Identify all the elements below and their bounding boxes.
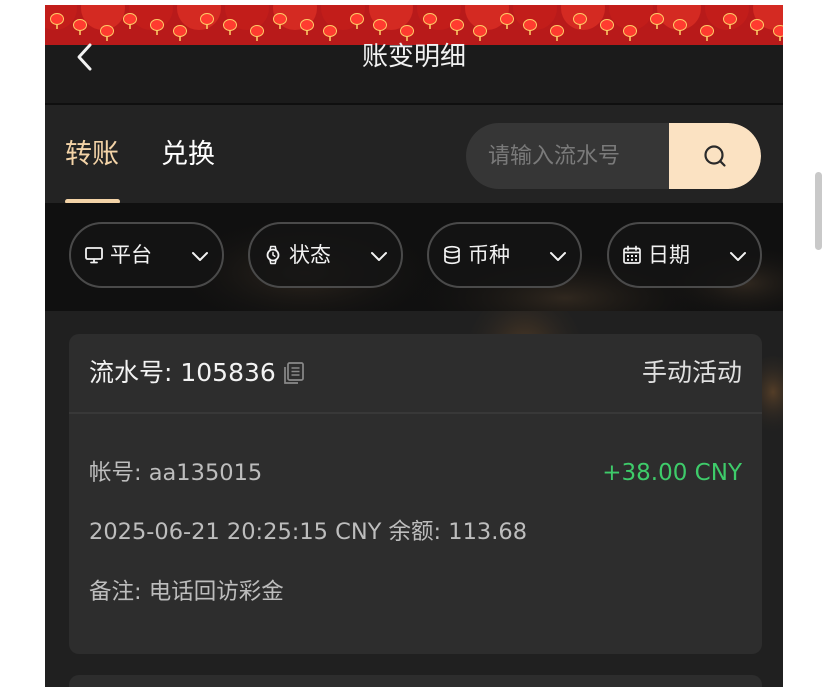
status-filter-label: 状态 — [289, 243, 331, 267]
transaction-card-partial[interactable] — [69, 675, 762, 687]
tab-transfer[interactable]: 转账 — [65, 137, 119, 173]
date-filter-label: 日期 — [648, 243, 690, 267]
coins-icon — [441, 244, 463, 266]
copy-icon[interactable] — [281, 360, 307, 386]
platform-filter[interactable]: 平台 — [69, 222, 224, 288]
page-title: 账变明细 — [361, 42, 466, 72]
chevron-down-icon — [550, 252, 566, 261]
filter-bar: 平台 状态 币种 日期 — [45, 203, 783, 311]
account-text: 帐号: aa135015 — [89, 460, 263, 486]
date-filter[interactable]: 日期 — [607, 222, 762, 288]
chevron-down-icon — [371, 252, 387, 261]
tabs-bar: 转账 兑换 — [45, 105, 783, 204]
top-nav-bar: 账变明细 — [45, 27, 783, 105]
monitor-icon — [83, 244, 105, 266]
serial-search-input[interactable] — [466, 123, 669, 189]
transaction-card[interactable]: 流水号: 105836 手动活动 帐号: aa135015 +38.00 CNY… — [69, 334, 762, 654]
currency-filter-label: 币种 — [468, 243, 510, 267]
calendar-icon — [621, 244, 643, 266]
record-list[interactable]: 流水号: 105836 手动活动 帐号: aa135015 +38.00 CNY… — [45, 311, 783, 687]
currency-filter[interactable]: 币种 — [427, 222, 582, 288]
status-filter[interactable]: 状态 — [248, 222, 403, 288]
tab-exchange[interactable]: 兑换 — [161, 137, 215, 173]
watch-icon — [262, 244, 284, 266]
platform-filter-label: 平台 — [110, 243, 152, 267]
scrollbar[interactable] — [815, 172, 822, 250]
time-balance-text: 2025-06-21 20:25:15 CNY 余额: 113.68 — [89, 519, 528, 545]
remark-text: 备注: 电话回访彩金 — [89, 579, 284, 605]
search-icon — [704, 145, 726, 167]
card-header: 流水号: 105836 手动活动 — [69, 334, 762, 414]
chevron-down-icon — [192, 252, 208, 261]
chevron-down-icon — [730, 252, 746, 261]
app-screen: 账变明细 转账 兑换 请输入流水号 平台 状态 币种 日期 流水号: 10583… — [45, 5, 783, 687]
transaction-type: 手动活动 — [641, 358, 742, 387]
serial-number: 流水号: 105836 — [89, 358, 276, 387]
search-button[interactable] — [669, 123, 761, 189]
amount-text: +38.00 CNY — [602, 460, 742, 486]
search-box — [466, 123, 761, 189]
